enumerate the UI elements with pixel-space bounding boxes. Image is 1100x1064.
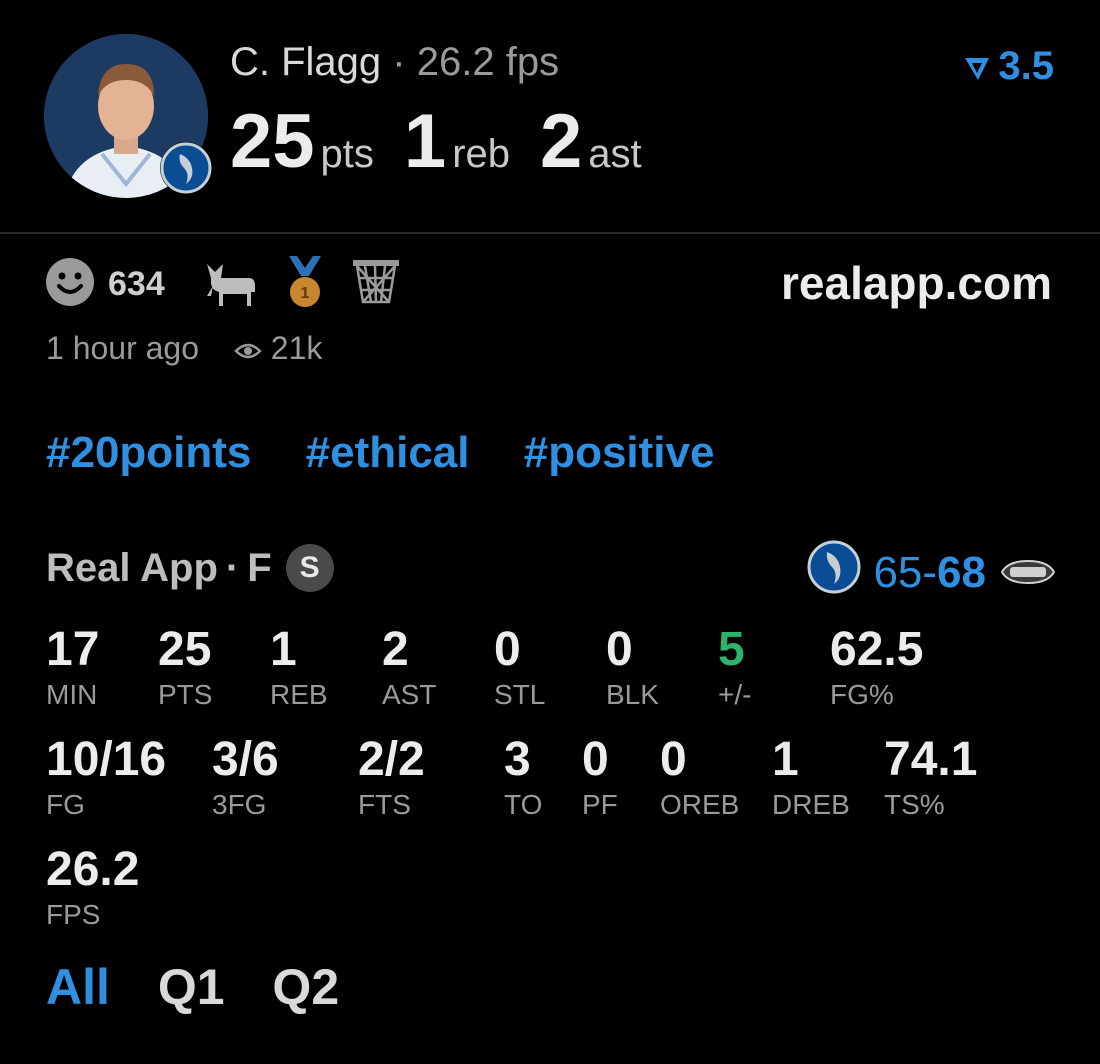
name-separator: · bbox=[392, 40, 406, 84]
stat-plus-minus: 5 +/- bbox=[718, 624, 751, 712]
stat-label: 3FG bbox=[212, 789, 267, 820]
stat-label: FTS bbox=[358, 789, 411, 820]
reaction-count: 634 bbox=[108, 265, 165, 303]
points-value: 25 bbox=[230, 99, 315, 184]
tab-q2[interactable]: Q2 bbox=[272, 959, 339, 1015]
stat-value: 25 bbox=[158, 623, 212, 676]
stat-label: PF bbox=[582, 789, 618, 820]
stat-value: 17 bbox=[46, 623, 100, 676]
stat-value: 62.5 bbox=[830, 623, 924, 676]
player-name[interactable]: C. Flagg bbox=[230, 40, 381, 84]
stat-3fg: 3/6 3FG bbox=[212, 734, 279, 822]
stat-value: 10/16 bbox=[46, 733, 167, 786]
hashtag[interactable]: #positive bbox=[524, 428, 715, 477]
boost-button[interactable]: 3.5 bbox=[962, 44, 1054, 89]
svg-text:1: 1 bbox=[300, 285, 309, 302]
score-dash: - bbox=[922, 547, 938, 597]
stat-value: 1 bbox=[270, 623, 297, 676]
stat-fts: 2/2 FTS bbox=[358, 734, 425, 822]
hashtag[interactable]: #20points bbox=[46, 428, 251, 477]
stat-to: 3 TO bbox=[504, 734, 542, 822]
home-score: 65 bbox=[873, 547, 923, 597]
player-fps: 26.2 fps bbox=[416, 40, 560, 84]
stat-value: 3 bbox=[504, 733, 531, 786]
player-name-line: C. Flagg · 26.2 fps bbox=[230, 40, 559, 85]
stat-ts-pct: 74.1 TS% bbox=[884, 734, 977, 822]
away-score: 68 bbox=[937, 547, 986, 597]
headline-stats: 25 pts 1 reb 2 ast bbox=[230, 98, 672, 185]
stat-min: 17 MIN bbox=[46, 624, 99, 712]
site-link[interactable]: realapp.com bbox=[781, 256, 1052, 310]
game-dot: · bbox=[225, 545, 240, 590]
stat-pf: 0 PF bbox=[582, 734, 618, 822]
stat-ast: 2 AST bbox=[382, 624, 436, 712]
basketball-net-icon[interactable] bbox=[351, 256, 401, 313]
stat-value: 5 bbox=[718, 623, 745, 676]
stat-value: 0 bbox=[494, 623, 521, 676]
spurs-logo-icon bbox=[1000, 548, 1056, 598]
stat-value: 2 bbox=[382, 623, 409, 676]
stat-dreb: 1 DREB bbox=[772, 734, 850, 822]
stat-label: FG% bbox=[830, 679, 894, 710]
reaction-row: 634 1 bbox=[44, 254, 401, 315]
stat-label: FG bbox=[46, 789, 85, 820]
stat-value: 0 bbox=[582, 733, 609, 786]
stat-label: TS% bbox=[884, 789, 945, 820]
header-divider bbox=[0, 232, 1100, 234]
game-status: Real App · F S bbox=[46, 544, 334, 592]
stat-label: PTS bbox=[158, 679, 213, 710]
hashtag[interactable]: #ethical bbox=[306, 428, 470, 477]
smiley-reaction-icon[interactable] bbox=[44, 256, 96, 313]
stat-fg-pct: 62.5 FG% bbox=[830, 624, 923, 712]
hashtag-list: #20points #ethical #positive bbox=[46, 428, 756, 478]
stat-fg: 10/16 FG bbox=[46, 734, 166, 822]
post-time: 1 hour ago bbox=[46, 330, 200, 366]
post-meta: 1 hour ago 21k bbox=[46, 330, 322, 367]
stat-value: 3/6 bbox=[212, 733, 279, 786]
stat-label: BLK bbox=[606, 679, 659, 710]
stat-reb: 1 REB bbox=[270, 624, 328, 712]
stat-oreb: 0 OREB bbox=[660, 734, 739, 822]
stat-label: AST bbox=[382, 679, 437, 710]
quarter-tabs: All Q1 Q2 bbox=[46, 958, 373, 1016]
mavericks-logo-icon bbox=[160, 142, 212, 194]
stat-blk: 0 BLK bbox=[606, 624, 659, 712]
medal-icon[interactable]: 1 bbox=[285, 254, 325, 315]
assists-label: ast bbox=[588, 132, 642, 176]
points-label: pts bbox=[320, 132, 374, 176]
stat-label: TO bbox=[504, 789, 543, 820]
stat-value: 2/2 bbox=[358, 733, 425, 786]
game-source[interactable]: Real App bbox=[46, 546, 218, 591]
stat-value: 0 bbox=[660, 733, 687, 786]
s-badge: S bbox=[285, 544, 334, 592]
stat-stl: 0 STL bbox=[494, 624, 545, 712]
view-count: 21k bbox=[270, 330, 323, 366]
views-group: 21k bbox=[234, 330, 322, 366]
stat-value: 0 bbox=[606, 623, 633, 676]
boost-icon bbox=[965, 58, 990, 81]
stat-label: DREB bbox=[772, 789, 850, 820]
game-score[interactable]: 65-68 bbox=[807, 540, 1056, 605]
stat-label: FPS bbox=[46, 899, 101, 930]
stat-label: +/- bbox=[718, 679, 752, 710]
stat-fps: 26.2 FPS bbox=[46, 844, 139, 932]
stat-label: REB bbox=[270, 679, 328, 710]
boost-value: 3.5 bbox=[998, 44, 1054, 88]
stat-value: 26.2 bbox=[46, 843, 140, 896]
mavericks-logo-icon bbox=[807, 540, 861, 605]
goat-icon[interactable] bbox=[201, 256, 259, 313]
stat-pts: 25 PTS bbox=[158, 624, 212, 712]
assists-value: 2 bbox=[540, 99, 583, 184]
stat-value: 74.1 bbox=[884, 733, 978, 786]
tab-q1[interactable]: Q1 bbox=[158, 959, 225, 1015]
rebounds-value: 1 bbox=[403, 99, 447, 184]
tab-all[interactable]: All bbox=[46, 959, 110, 1015]
stat-label: MIN bbox=[46, 679, 98, 710]
stat-value: 1 bbox=[772, 733, 799, 786]
game-final: F bbox=[247, 545, 272, 590]
stat-label: OREB bbox=[660, 789, 740, 820]
eye-icon bbox=[234, 343, 262, 358]
rebounds-label: reb bbox=[452, 132, 510, 176]
stat-label: STL bbox=[494, 679, 546, 710]
